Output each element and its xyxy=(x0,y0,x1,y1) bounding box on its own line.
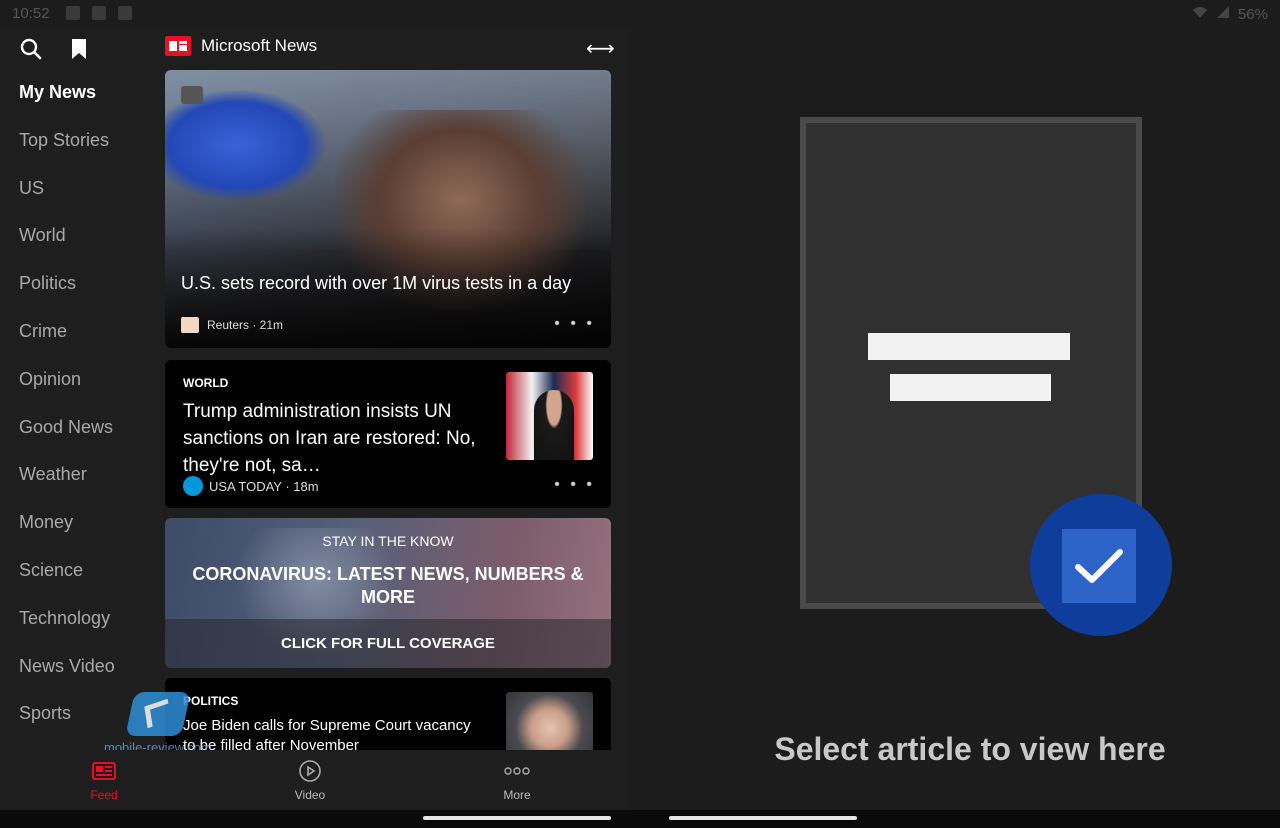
app-brand: Microsoft News xyxy=(165,36,317,56)
status-bar: 10:52 56% xyxy=(0,0,1280,28)
article-title: Trump administration insists UN sanction… xyxy=(183,401,476,476)
article-thumbnail xyxy=(506,372,593,460)
news-feed-panel: Microsoft News ⟷ My News Top Stories US Wor… xyxy=(0,28,630,810)
article-title: Joe Biden calls for Supreme Court vacanc… xyxy=(183,717,471,750)
wifi-icon xyxy=(1192,5,1208,23)
feed-icon xyxy=(64,758,144,784)
sidebar-item-good-news[interactable]: Good News xyxy=(19,415,159,463)
left-gesture-handle[interactable] xyxy=(423,816,611,820)
watermark-logo-icon xyxy=(125,692,191,736)
checkmark-badge-icon xyxy=(1030,494,1172,636)
sidebar-item-crime[interactable]: Crime xyxy=(19,319,159,367)
sidebar-item-top-stories[interactable]: Top Stories xyxy=(19,128,159,176)
sidebar-item-us[interactable]: US xyxy=(19,176,159,224)
sidebar-item-weather[interactable]: Weather xyxy=(19,462,159,510)
more-options-icon[interactable]: • • • xyxy=(554,476,595,494)
settings-notification-icon xyxy=(92,6,106,20)
promo-headline: CORONAVIRUS: LATEST NEWS, NUMBERS & MORE xyxy=(192,564,584,607)
hero-article-card[interactable]: U.S. sets record with over 1M virus test… xyxy=(165,70,611,348)
sidebar-item-world[interactable]: World xyxy=(19,223,159,271)
search-icon[interactable] xyxy=(18,36,44,62)
promo-kicker: STAY IN THE KNOW xyxy=(322,533,454,549)
sidebar-item-politics[interactable]: Politics xyxy=(19,271,159,319)
coverage-promo-card[interactable]: STAY IN THE KNOW CORONAVIRUS: LATEST NEW… xyxy=(165,518,611,668)
sidebar-item-my-news[interactable]: My News xyxy=(19,80,159,128)
tab-label: Video xyxy=(294,788,326,802)
system-gesture-bar xyxy=(0,810,1280,828)
bottom-tab-bar: Feed Video More xyxy=(0,750,630,810)
tab-label: Feed xyxy=(90,788,118,802)
politics-article-card[interactable]: POLITICS Joe Biden calls for Supreme Cou… xyxy=(165,678,611,750)
video-play-icon xyxy=(270,758,350,784)
signal-icon xyxy=(1216,5,1230,23)
sidebar-item-science[interactable]: Science xyxy=(19,558,159,606)
more-icon xyxy=(477,758,557,784)
sidebar-nav: My News Top Stories US World Politics Crime Op… xyxy=(19,80,159,749)
sidebar-item-technology[interactable]: Technology xyxy=(19,606,159,654)
bookmark-icon[interactable] xyxy=(66,36,92,62)
empty-state-prompt: Select article to view here xyxy=(774,731,1166,767)
sidebar-item-money[interactable]: Money xyxy=(19,510,159,558)
gallery-badge-icon xyxy=(181,86,203,104)
world-article-card[interactable]: WORLD Trump administration insists UN sa… xyxy=(165,360,611,508)
article-category: WORLD xyxy=(183,376,229,390)
usa-today-logo-icon xyxy=(183,476,203,496)
app-name: Microsoft News xyxy=(201,36,318,55)
source-label: USA TODAY · 18m xyxy=(209,478,319,494)
article-source: USA TODAY · 18m xyxy=(183,476,319,496)
expand-horizontal-icon[interactable]: ⟷ xyxy=(586,36,615,61)
article-reader-panel: Select article to view here xyxy=(630,28,1280,810)
full-coverage-button[interactable]: CLICK FOR FULL COVERAGE xyxy=(165,619,611,668)
source-label: Reuters · 21m xyxy=(207,318,284,332)
article-feed: U.S. sets record with over 1M virus test… xyxy=(165,70,611,750)
tab-more[interactable]: More xyxy=(477,758,557,802)
right-gesture-handle[interactable] xyxy=(669,816,857,820)
news-notification-icon xyxy=(118,6,132,20)
reuters-logo-icon xyxy=(181,317,199,333)
sidebar-item-opinion[interactable]: Opinion xyxy=(19,367,159,415)
gallery-notification-icon xyxy=(66,6,80,20)
more-options-icon[interactable]: • • • xyxy=(554,315,595,333)
status-time: 10:52 xyxy=(12,5,50,22)
microsoft-news-logo-icon xyxy=(165,36,191,56)
tab-video[interactable]: Video xyxy=(270,758,350,802)
hero-article-source: Reuters · 21m xyxy=(181,317,283,333)
tab-label: More xyxy=(503,788,531,802)
hero-article-title: U.S. sets record with over 1M virus test… xyxy=(181,273,572,293)
tab-feed[interactable]: Feed xyxy=(64,758,144,802)
article-thumbnail xyxy=(506,692,593,750)
battery-level: 56% xyxy=(1237,5,1268,23)
